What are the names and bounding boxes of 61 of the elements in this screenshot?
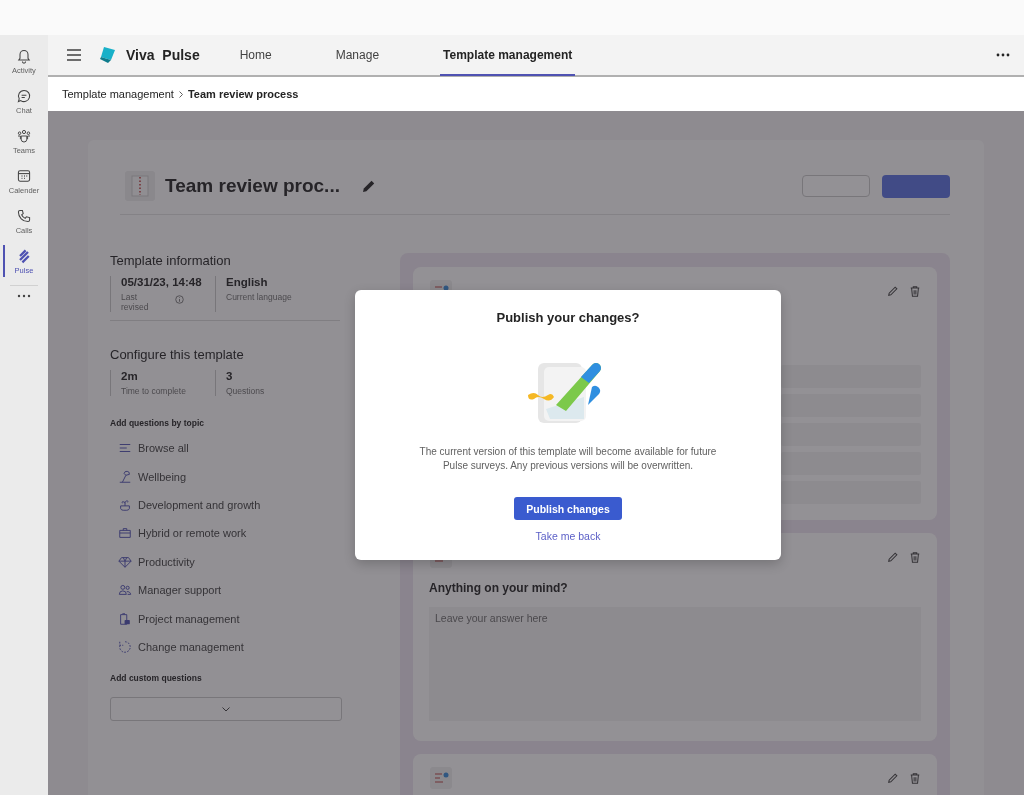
topic-item[interactable]: Development and growth [110, 490, 340, 520]
diamond-icon [118, 554, 132, 569]
stat-value: English [226, 276, 269, 288]
dialog-message: The current version of this template will become available for future Pulse surveys. Any previous versions will be overwritten. [418, 445, 718, 473]
stat-value: 05/31/23, 14:48 [121, 276, 203, 288]
stat-value: 2m [121, 370, 139, 382]
nav-tab[interactable]: Manage [332, 36, 383, 76]
phone-icon [16, 207, 32, 224]
app-name: Viva Pulse [126, 47, 200, 63]
cycle-icon [118, 639, 132, 654]
menu-icon[interactable] [66, 49, 82, 61]
teams-icon [16, 127, 32, 144]
breadcrumb-link[interactable]: Template management [62, 88, 174, 100]
primary-button[interactable] [882, 174, 950, 198]
template-title: Team review proc... [165, 175, 340, 197]
dialog-title: Publish your changes? [496, 310, 640, 325]
more-icon[interactable] [996, 53, 1010, 57]
calendar-icon [16, 167, 32, 184]
topic-item[interactable]: Hybrid or remote work [110, 519, 340, 548]
edit-icon[interactable] [361, 179, 376, 193]
topic-item[interactable]: Browse all [110, 434, 340, 463]
chevron-down-icon [222, 706, 230, 712]
document-icon [125, 171, 155, 201]
delete-icon[interactable] [909, 285, 921, 297]
stat-label: Current language [226, 292, 292, 302]
stat-label: Last revised [121, 292, 150, 312]
topic-item[interactable]: Change management [110, 632, 340, 662]
section-heading: Template information [110, 253, 232, 268]
breadcrumb-link[interactable]: Team review process [187, 88, 299, 100]
back-link[interactable]: Take me back [535, 530, 601, 542]
edit-icon[interactable] [887, 285, 899, 297]
stat-label: Time to complete [121, 386, 186, 396]
edit-icon[interactable] [887, 772, 899, 784]
topic-item[interactable]: Manager support [110, 575, 340, 605]
stat-value: 3 [226, 370, 234, 382]
custom-heading: Add custom questions [110, 673, 203, 684]
info-icon[interactable] [175, 295, 184, 304]
people-icon [118, 583, 132, 598]
topic-item[interactable]: Project management [110, 604, 340, 633]
wellbeing-icon [118, 469, 132, 484]
delete-icon[interactable] [909, 551, 921, 563]
chevron-icon [177, 90, 184, 98]
topic-item[interactable]: Wellbeing [110, 462, 340, 491]
clipboard-icon [118, 611, 132, 626]
publish-button[interactable]: Publish changes [514, 497, 622, 520]
topics-heading: Add questions by topic [110, 418, 205, 428]
question-icon [429, 766, 453, 790]
briefcase-icon [118, 526, 132, 541]
stat-label: Questions [226, 386, 265, 396]
topic-item[interactable]: Productivity [110, 547, 340, 576]
nav-tab[interactable]: Home [236, 36, 275, 76]
bell-icon [16, 47, 32, 64]
logo-icon [98, 46, 118, 64]
answer-field[interactable]: Leave your answer here [429, 607, 921, 721]
delete-icon[interactable] [909, 772, 921, 784]
question-title: Anything on your mind? [429, 581, 569, 595]
more-icon[interactable] [17, 294, 31, 298]
section-heading: Configure this template [110, 347, 245, 362]
growth-icon [118, 497, 132, 512]
edit-icon[interactable] [887, 551, 899, 563]
chat-icon [16, 87, 32, 104]
